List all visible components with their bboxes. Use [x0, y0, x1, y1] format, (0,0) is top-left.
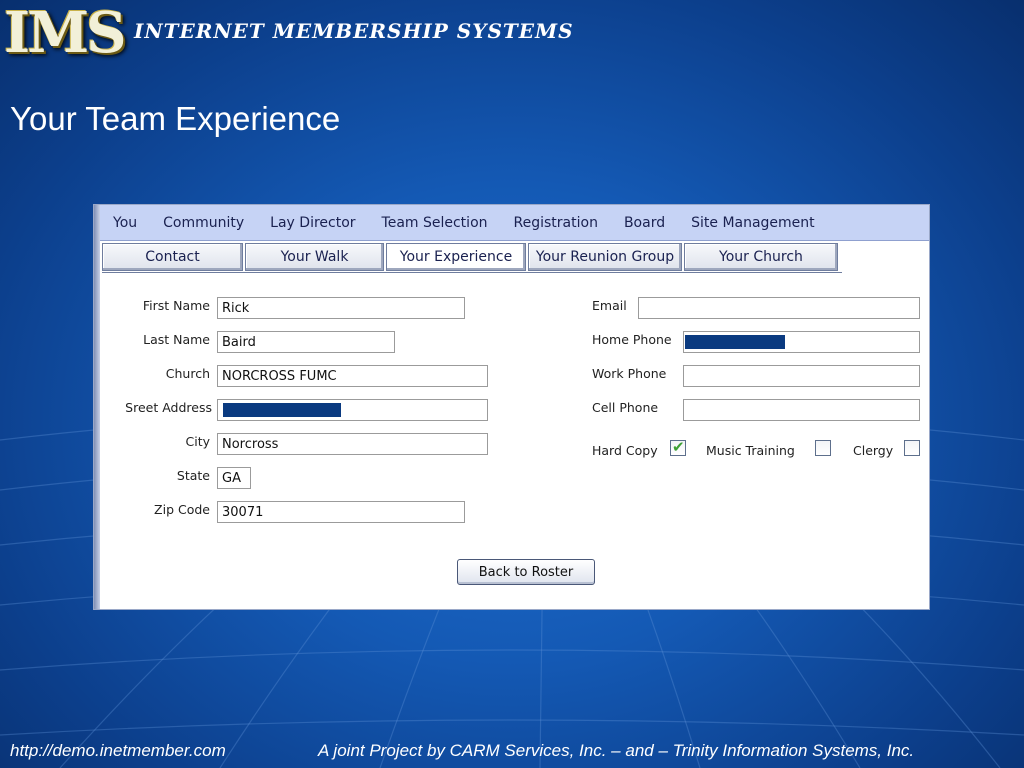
- work-phone-input[interactable]: [683, 365, 920, 387]
- church-input[interactable]: [217, 365, 488, 387]
- zip-code-label: Zip Code: [154, 502, 210, 517]
- cell-phone-input[interactable]: [683, 399, 920, 421]
- header-tagline: Internet Membership Systems: [134, 19, 574, 43]
- footer-url: http://demo.inetmember.com: [10, 741, 226, 760]
- email-input[interactable]: [638, 297, 920, 319]
- cell-phone-label: Cell Phone: [592, 400, 659, 415]
- tab-your-church[interactable]: Your Church: [684, 243, 838, 271]
- menu-item-team-selection[interactable]: Team Selection: [369, 215, 501, 231]
- menu-item-you[interactable]: You: [100, 215, 150, 231]
- clergy-checkbox[interactable]: [904, 440, 920, 456]
- zip-code-input[interactable]: [217, 501, 465, 523]
- first-name-label: First Name: [142, 298, 210, 313]
- profile-tabs: Contact Your Walk Your Experience Your R…: [102, 243, 840, 273]
- ims-logo: IMS: [4, 0, 127, 66]
- last-name-label: Last Name: [143, 332, 210, 347]
- state-label: State: [176, 468, 210, 483]
- redacted-street-address: [223, 403, 341, 417]
- city-input[interactable]: [217, 433, 488, 455]
- hard-copy-label: Hard Copy: [592, 443, 658, 458]
- tab-your-reunion-group[interactable]: Your Reunion Group: [528, 243, 682, 271]
- tab-your-experience[interactable]: Your Experience: [386, 243, 526, 271]
- music-training-label: Music Training: [706, 443, 795, 458]
- tab-divider: [102, 272, 842, 273]
- redacted-home-phone: [685, 335, 785, 349]
- church-label: Church: [165, 366, 210, 381]
- top-menu-bar: You Community Lay Director Team Selectio…: [100, 205, 929, 241]
- city-label: City: [185, 434, 211, 449]
- tab-your-walk[interactable]: Your Walk: [245, 243, 384, 271]
- menu-item-site-management[interactable]: Site Management: [678, 215, 828, 231]
- hard-copy-checkbox[interactable]: ✔: [670, 438, 686, 456]
- slide-header: IMS Internet Membership Systems: [0, 0, 1024, 68]
- music-training-checkbox[interactable]: [815, 440, 831, 456]
- last-name-input[interactable]: [217, 331, 395, 353]
- state-input[interactable]: [217, 467, 251, 489]
- clergy-label: Clergy: [853, 443, 894, 458]
- menu-item-community[interactable]: Community: [150, 215, 257, 231]
- menu-item-registration[interactable]: Registration: [501, 215, 611, 231]
- back-to-roster-button[interactable]: Back to Roster: [457, 559, 595, 585]
- work-phone-label: Work Phone: [592, 366, 667, 381]
- home-phone-label: Home Phone: [592, 332, 672, 347]
- tab-contact[interactable]: Contact: [102, 243, 243, 271]
- menu-item-board[interactable]: Board: [611, 215, 678, 231]
- email-label: Email: [592, 298, 627, 313]
- menu-item-lay-director[interactable]: Lay Director: [257, 215, 368, 231]
- street-address-label: Sreet Address: [125, 400, 212, 415]
- membership-app-window: You Community Lay Director Team Selectio…: [93, 204, 930, 610]
- slide-title: Your Team Experience: [10, 100, 341, 137]
- check-icon: ✔: [672, 438, 685, 456]
- footer-credit: A joint Project by CARM Services, Inc. –…: [318, 741, 915, 760]
- first-name-input[interactable]: [217, 297, 465, 319]
